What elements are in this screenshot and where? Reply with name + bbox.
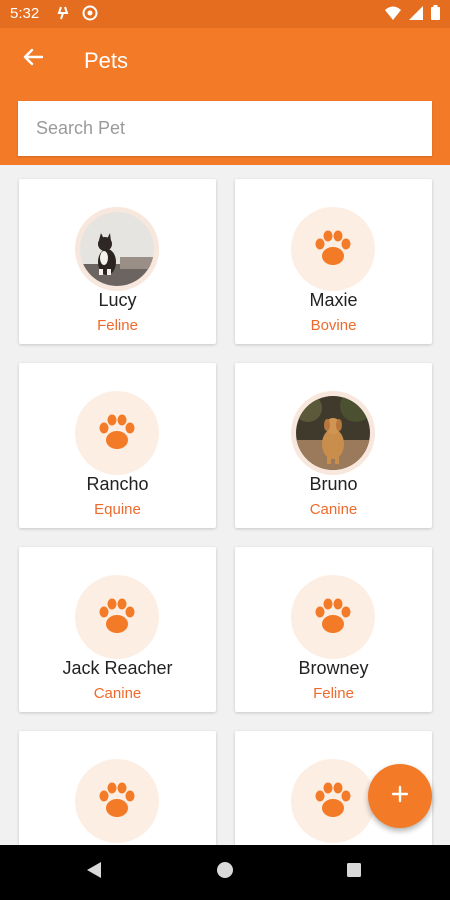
pet-card[interactable]: Maxie Bovine [235,179,432,344]
back-button[interactable] [18,44,48,74]
nav-home-button[interactable] [195,845,255,900]
status-time: 5:32 [10,5,40,22]
pet-photo-cat [75,207,159,291]
pet-name: Browney [298,658,369,678]
add-pet-button[interactable] [368,764,432,828]
paw-icon [291,575,375,659]
square-recents-icon [346,862,362,883]
pet-card[interactable]: Lucy Feline [19,179,216,344]
circle-home-icon [216,861,234,884]
nav-recents-button[interactable] [324,845,384,900]
pet-name: Maxie [309,290,358,310]
plus-icon [391,785,409,808]
link-icon [56,5,70,25]
app-bar: Pets [0,28,450,165]
pet-species: Equine [94,501,141,518]
pet-photo-dog [291,391,375,475]
battery-icon [431,5,440,24]
wifi-icon [385,6,401,24]
pet-card[interactable]: Bruno Canine [235,363,432,528]
status-bar: 5:32 [0,0,450,28]
pet-card[interactable]: Browney Feline [235,547,432,712]
pet-name: Bruno [309,474,358,494]
system-navigation-bar [0,845,450,900]
paw-icon [291,207,375,291]
pet-card[interactable] [19,731,216,845]
paw-icon [291,759,375,843]
triangle-back-icon [86,861,102,884]
nav-back-button[interactable] [64,845,124,900]
pet-card[interactable]: Rancho Equine [19,363,216,528]
signal-icon [409,5,423,24]
search-input[interactable] [18,101,432,156]
pet-name: Rancho [86,474,149,494]
paw-icon [75,391,159,475]
pet-card[interactable]: Jack Reacher Canine [19,547,216,712]
pet-species: Feline [97,317,138,334]
arrow-back-icon [23,47,44,72]
paw-icon [75,575,159,659]
pet-species: Bovine [310,317,357,334]
at-sign-icon [82,5,98,25]
pet-name: Jack Reacher [62,658,173,678]
pet-species: Canine [93,685,142,702]
pet-species: Canine [309,501,358,518]
pet-grid: Lucy Feline Maxie Bovine Rancho Equine B… [0,165,450,845]
page-title: Pets [84,48,129,73]
paw-icon [75,759,159,843]
pet-name: Lucy [98,290,137,310]
pet-species: Feline [313,685,354,702]
